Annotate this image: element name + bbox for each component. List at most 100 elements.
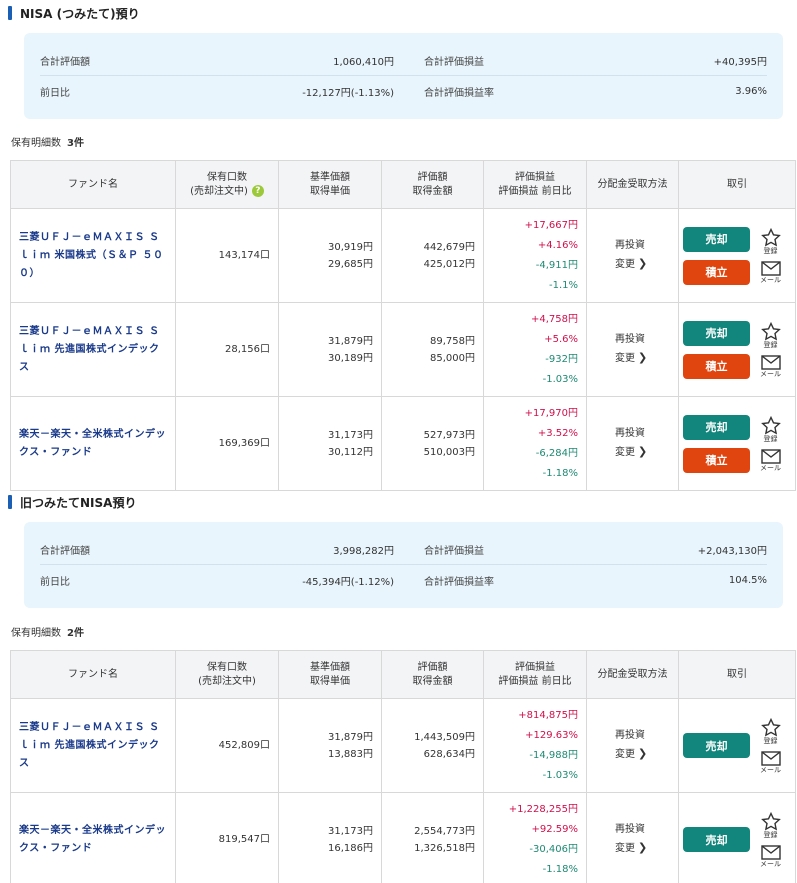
day-change: -45,394円(-1.12%) xyxy=(302,577,394,588)
units: 819,547口 xyxy=(175,792,279,883)
value-cell: 1,443,509円 628,634円 xyxy=(381,698,484,793)
trade-cell: 売却積立 登録 メール xyxy=(678,396,796,491)
pl-cell: +17,667円 +4.16% -4,911円 -1.1% xyxy=(483,208,587,303)
accumulate-button[interactable]: 積立 xyxy=(683,353,750,379)
section-title-old-nisa: 旧つみたてNISA預り xyxy=(8,494,136,510)
sell-button[interactable]: 売却 xyxy=(683,226,750,252)
section-title-text: NISA (つみたて)預り xyxy=(20,6,140,21)
pl-amount: +17,970円 xyxy=(524,407,578,419)
pl-rate-label: 合計評価損益率 xyxy=(423,577,494,588)
cost-price: 30,189円 xyxy=(328,352,373,364)
summary-panel-nisa: 合計評価額 1,060,410円 合計評価損益 +40,395円 前日比 -12,12… xyxy=(24,33,783,119)
change-link[interactable]: 変更 ❯ xyxy=(615,745,678,764)
accumulate-button[interactable]: 積立 xyxy=(683,447,750,473)
holdings-count-value: 2件 xyxy=(67,628,84,639)
sell-button[interactable]: 売却 xyxy=(683,827,750,852)
sell-button[interactable]: 売却 xyxy=(683,320,750,346)
market-value: 2,554,773円 xyxy=(414,825,475,837)
dist-cell: 再投資 変更 ❯ xyxy=(586,792,679,883)
units: 452,809口 xyxy=(175,698,279,793)
pl-amount: +17,667円 xyxy=(524,219,578,231)
favorite-button[interactable]: 登録 xyxy=(760,811,781,839)
chevron-right-icon: ❯ xyxy=(638,351,648,364)
fund-name-link[interactable]: 三菱ＵＦＪ－ｅＭＡＸＩＳ Ｓｌｉｍ 米国株式（Ｓ＆Ｐ ５００） xyxy=(10,208,176,303)
total-value-label: 合計評価額 xyxy=(40,545,90,557)
fund-name-link[interactable]: 楽天－楽天・全米株式インデックス・ファンド xyxy=(10,792,176,883)
total-value: 3,998,282円 xyxy=(333,545,394,557)
mail-icon xyxy=(760,750,781,766)
col-value: 評価額 取得金額 xyxy=(381,160,484,209)
fund-name-link[interactable]: 三菱ＵＦＪ－ｅＭＡＸＩＳ Ｓｌｉｍ 先進国株式インデックス xyxy=(10,698,176,793)
base-price: 30,919円 xyxy=(328,241,373,253)
mail-icon xyxy=(760,448,781,464)
cost-amount: 510,003円 xyxy=(423,446,475,458)
sell-button[interactable]: 売却 xyxy=(683,414,750,440)
day-change-rate: -1.18% xyxy=(542,863,578,875)
favorite-button[interactable]: 登録 xyxy=(760,415,781,443)
day-change: -12,127円(-1.13%) xyxy=(302,88,394,99)
fund-name-link[interactable]: 三菱ＵＦＪ－ｅＭＡＸＩＳ Ｓｌｉｍ 先進国株式インデックス xyxy=(10,302,176,397)
sell-button[interactable]: 売却 xyxy=(683,733,750,758)
mail-button[interactable]: メール xyxy=(760,354,781,378)
col-price: 基準価額 取得単価 xyxy=(278,650,382,699)
value-cell: 89,758円 85,000円 xyxy=(381,302,484,397)
mail-button[interactable]: メール xyxy=(760,448,781,472)
fund-name-link[interactable]: 楽天－楽天・全米株式インデックス・ファンド xyxy=(10,396,176,491)
trade-cell: 売却積立 登録 メール xyxy=(678,302,796,397)
col-value: 評価額 取得金額 xyxy=(381,650,484,699)
summary-panel-old-nisa: 合計評価額 3,998,282円 合計評価損益 +2,043,130円 前日比 -45… xyxy=(24,522,783,608)
pl-rate: +92.59% xyxy=(531,823,578,835)
holdings-table-old-nisa: ファンド名 保有口数 (売却注文中) 基準価額 取得単価 評価額 取得金額 評価損益評… xyxy=(10,650,796,883)
cost-amount: 628,634円 xyxy=(423,748,475,760)
day-change-rate: -1.1% xyxy=(548,279,578,291)
base-price: 31,173円 xyxy=(328,825,373,837)
price-cell: 31,879円 13,883円 xyxy=(278,698,382,793)
total-value-label: 合計評価額 xyxy=(40,56,90,68)
mail-button[interactable]: メール xyxy=(760,260,781,284)
base-price: 31,173円 xyxy=(328,429,373,441)
star-icon xyxy=(760,227,781,247)
pl-cell: +17,970円 +3.52% -6,284円 -1.18% xyxy=(483,396,587,491)
pl-rate: +129.63% xyxy=(525,729,578,741)
price-cell: 31,173円 16,186円 xyxy=(278,792,382,883)
dist-method: 再投資 xyxy=(615,334,645,345)
section-marker xyxy=(8,495,12,509)
pl-amount: +1,228,255円 xyxy=(508,803,578,815)
mail-icon xyxy=(760,354,781,370)
col-price: 基準価額 取得単価 xyxy=(278,160,382,209)
day-change: -6,284円 xyxy=(535,447,578,459)
mail-button[interactable]: メール xyxy=(760,844,781,868)
trade-cell: 売却 登録 メール xyxy=(678,698,796,793)
star-icon xyxy=(760,717,781,737)
dist-cell: 再投資 変更 ❯ xyxy=(586,208,679,303)
cost-price: 29,685円 xyxy=(328,258,373,270)
price-cell: 31,173円 30,112円 xyxy=(278,396,382,491)
star-icon xyxy=(760,321,781,341)
mail-button[interactable]: メール xyxy=(760,750,781,774)
favorite-button[interactable]: 登録 xyxy=(760,321,781,349)
day-change-label: 前日比 xyxy=(40,88,70,99)
units: 169,369口 xyxy=(175,396,279,491)
day-change: -4,911円 xyxy=(535,259,578,271)
change-link[interactable]: 変更 ❯ xyxy=(615,839,678,858)
help-icon[interactable]: ? xyxy=(251,184,264,197)
favorite-button[interactable]: 登録 xyxy=(760,717,781,745)
chevron-right-icon: ❯ xyxy=(638,747,648,760)
holdings-count-label: 保有明細数 xyxy=(11,628,61,639)
pl-amount: +4,758円 xyxy=(530,313,578,325)
change-link[interactable]: 変更 ❯ xyxy=(615,443,678,462)
day-change-rate: -1.03% xyxy=(542,373,578,385)
change-link[interactable]: 変更 ❯ xyxy=(615,349,678,368)
value-cell: 2,554,773円 1,326,518円 xyxy=(381,792,484,883)
table-row: 楽天－楽天・全米株式インデックス・ファンド 819,547口 31,173円 16… xyxy=(10,792,796,883)
day-change-rate: -1.18% xyxy=(542,467,578,479)
base-price: 31,879円 xyxy=(328,731,373,743)
col-fund: ファンド名 xyxy=(10,160,176,209)
chevron-right-icon: ❯ xyxy=(638,257,648,270)
day-change: -14,988円 xyxy=(529,749,578,761)
accumulate-button[interactable]: 積立 xyxy=(683,259,750,285)
favorite-button[interactable]: 登録 xyxy=(760,227,781,255)
cost-amount: 425,012円 xyxy=(423,258,475,270)
market-value: 89,758円 xyxy=(430,335,475,347)
change-link[interactable]: 変更 ❯ xyxy=(615,255,678,274)
